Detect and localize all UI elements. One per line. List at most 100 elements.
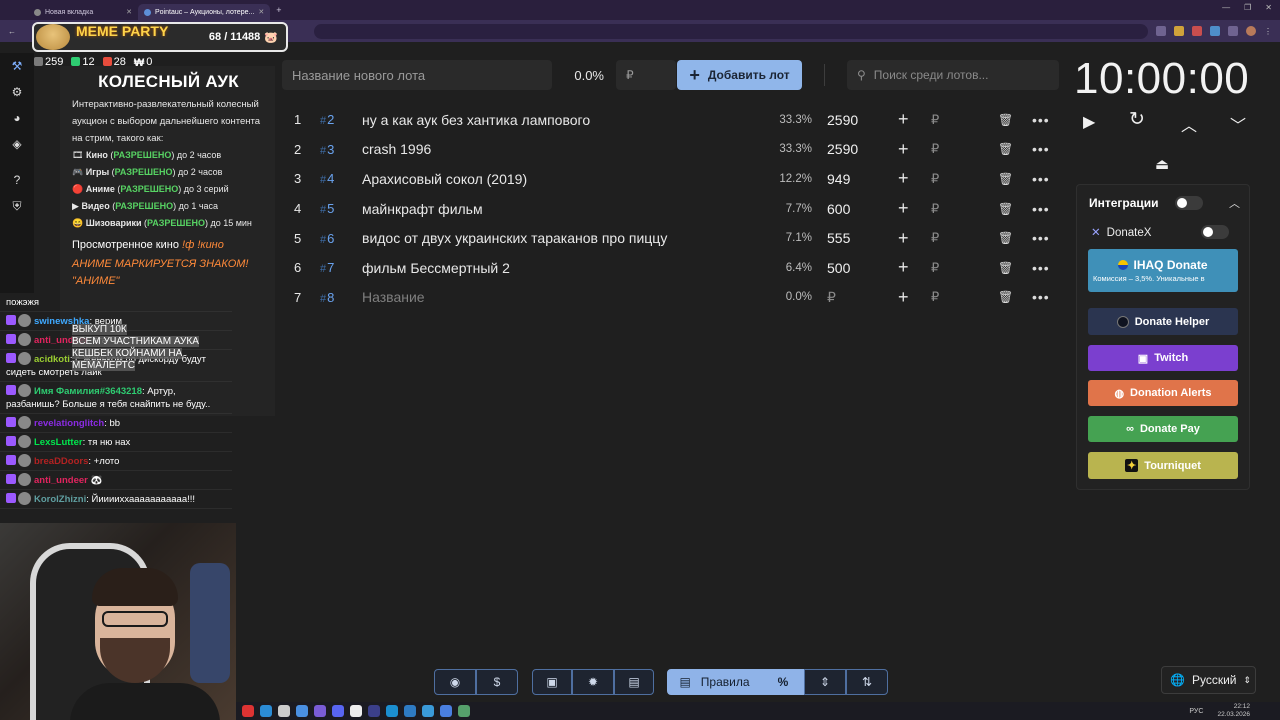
donate-button[interactable]: $: [476, 669, 518, 695]
auction-icon[interactable]: ⚒: [0, 53, 34, 79]
integrations-toggle[interactable]: [1175, 196, 1203, 210]
trash-icon[interactable]: 🗑: [998, 142, 1013, 156]
ruble-input[interactable]: ₽: [931, 260, 939, 276]
lot-search-input[interactable]: ⚲ Поиск среди лотов...: [847, 60, 1059, 90]
lot-name[interactable]: Арахисовый сокол (2019): [362, 171, 762, 187]
percent-button[interactable]: %: [762, 669, 804, 695]
minimize-icon[interactable]: —: [1222, 3, 1230, 12]
trash-icon[interactable]: 🗑: [998, 202, 1013, 216]
add-amount-icon[interactable]: +: [898, 168, 909, 189]
url-field[interactable]: [314, 23, 1148, 39]
close-icon[interactable]: ✕: [126, 8, 132, 16]
ruble-input[interactable]: ₽: [931, 171, 939, 187]
app-icon[interactable]: [368, 705, 380, 717]
tab-pointauc[interactable]: Pointauc – Аукционы, лотере... ✕: [138, 4, 271, 20]
chat-nick[interactable]: breaDDoors: [34, 456, 88, 467]
donatex-toggle[interactable]: [1201, 225, 1229, 239]
help-icon[interactable]: ?: [0, 167, 34, 193]
lot-name-input[interactable]: Название нового лота: [282, 60, 552, 90]
more-icon[interactable]: •••: [1032, 201, 1050, 217]
trash-icon[interactable]: 🗑: [998, 172, 1013, 186]
wheel-icon[interactable]: ◕: [0, 105, 34, 131]
app-icon[interactable]: [278, 705, 290, 717]
more-icon[interactable]: •••: [1032, 141, 1050, 157]
donate-pay-button[interactable]: ∞ Donate Pay: [1088, 416, 1238, 442]
more-icon[interactable]: •••: [1032, 260, 1050, 276]
app-icon[interactable]: [350, 705, 362, 717]
ruble-input[interactable]: ₽: [931, 230, 939, 246]
lot-name[interactable]: майнкрафт фильм: [362, 201, 762, 217]
github-button[interactable]: ◉: [434, 669, 476, 695]
bug-report-button[interactable]: ✹: [572, 669, 614, 695]
lot-amount[interactable]: 555: [827, 230, 887, 246]
app-icon[interactable]: [458, 705, 470, 717]
chevron-up-icon[interactable]: ︿: [1229, 195, 1240, 211]
save-button[interactable]: ▣: [532, 669, 572, 695]
close-icon[interactable]: ✕: [258, 8, 264, 16]
chat-nick[interactable]: acidkoti: [34, 354, 70, 365]
add-lot-button[interactable]: + Добавить лот: [677, 60, 802, 90]
collapse-icon[interactable]: ⏏: [1155, 155, 1169, 173]
ruble-input[interactable]: ₽: [931, 112, 939, 128]
ruble-input[interactable]: ₽: [931, 201, 939, 217]
lot-amount[interactable]: 949: [827, 171, 887, 187]
tab-new[interactable]: Новая вкладка ✕: [28, 4, 138, 20]
extension-icon[interactable]: [1174, 26, 1184, 36]
more-icon[interactable]: •••: [1032, 289, 1050, 305]
tourniquet-button[interactable]: ✦ Tourniquet: [1088, 452, 1238, 479]
extension-icon[interactable]: [1210, 26, 1220, 36]
menu-icon[interactable]: ⋮: [1264, 27, 1272, 36]
chevron-down-icon[interactable]: ﹀: [1230, 112, 1246, 136]
twitch-button[interactable]: ▣ Twitch: [1088, 345, 1238, 371]
add-amount-icon[interactable]: +: [898, 109, 909, 130]
sort-button[interactable]: ⇅: [846, 669, 888, 695]
chat-nick[interactable]: anti_undeer: [34, 475, 88, 486]
lot-name[interactable]: ну а как аук без хантика лампового: [362, 112, 762, 128]
clear-button[interactable]: ▤: [614, 669, 654, 695]
lot-amount[interactable]: 600: [827, 201, 887, 217]
lot-name[interactable]: фильм Бессмертный 2: [362, 260, 762, 276]
app-icon[interactable]: [242, 705, 254, 717]
ihaq-donate-button[interactable]: IHAQ Donate Комиссия – 3,5%. Уникальные …: [1088, 249, 1238, 292]
new-tab-icon[interactable]: +: [276, 5, 281, 15]
lot-amount[interactable]: 500: [827, 260, 887, 276]
trash-icon[interactable]: 🗑: [998, 231, 1013, 245]
chevron-up-icon[interactable]: ︿: [1181, 112, 1197, 136]
lot-name[interactable]: видос от двух украинских тараканов про п…: [362, 230, 762, 246]
play-icon[interactable]: ▶: [1083, 112, 1095, 132]
settings-icon[interactable]: ⚙: [0, 79, 34, 105]
add-amount-icon[interactable]: +: [898, 139, 909, 160]
app-icon[interactable]: [314, 705, 326, 717]
back-icon[interactable]: ←: [8, 27, 16, 36]
profile-icon[interactable]: [1246, 26, 1256, 36]
maximize-icon[interactable]: ❐: [1244, 3, 1251, 12]
app-icon[interactable]: [332, 705, 344, 717]
lot-amount-input[interactable]: ₽: [616, 60, 676, 90]
reset-icon[interactable]: ↻: [1129, 108, 1145, 131]
chat-nick[interactable]: Имя Фамилия#3643218: [34, 386, 142, 397]
app-icon[interactable]: [296, 705, 308, 717]
app-icon[interactable]: [440, 705, 452, 717]
lot-amount[interactable]: ₽: [827, 289, 887, 306]
extension-icon[interactable]: [1156, 26, 1166, 36]
app-icon[interactable]: [386, 705, 398, 717]
add-amount-icon[interactable]: +: [898, 228, 909, 249]
add-amount-icon[interactable]: +: [898, 257, 909, 278]
chat-nick[interactable]: KorolZhizni: [34, 494, 86, 505]
donation-alerts-button[interactable]: ◍ Donation Alerts: [1088, 380, 1238, 406]
add-amount-icon[interactable]: +: [898, 198, 909, 219]
app-icon[interactable]: [404, 705, 416, 717]
app-icon[interactable]: [422, 705, 434, 717]
add-amount-icon[interactable]: +: [898, 287, 909, 308]
more-icon[interactable]: •••: [1032, 230, 1050, 246]
ruble-input[interactable]: ₽: [931, 289, 939, 305]
split-button[interactable]: ⇕: [804, 669, 846, 695]
tray-lang[interactable]: РУС: [1189, 708, 1203, 715]
layers-icon[interactable]: ◈: [0, 131, 34, 157]
trash-icon[interactable]: 🗑: [998, 261, 1013, 275]
extension-icon[interactable]: [1228, 26, 1238, 36]
chat-nick[interactable]: LexsLutter: [34, 437, 83, 448]
lot-amount[interactable]: 2590: [827, 112, 887, 128]
close-window-icon[interactable]: ✕: [1265, 3, 1272, 12]
lot-name[interactable]: crash 1996: [362, 141, 762, 157]
